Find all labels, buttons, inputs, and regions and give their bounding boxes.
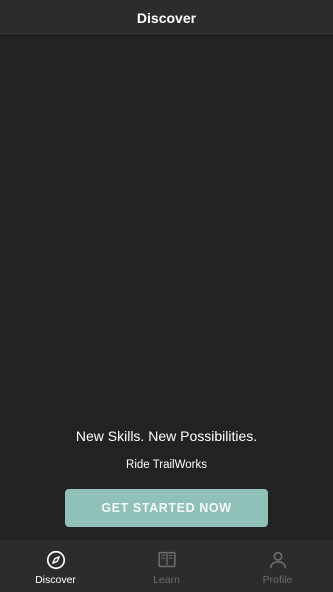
top-app-bar: Discover <box>0 0 333 36</box>
hero-headline: New Skills. New Possibilities. <box>75 428 258 444</box>
tab-profile-label: Profile <box>262 574 293 586</box>
hero-area: New Skills. New Possibilities. Ride Trai… <box>0 36 333 540</box>
tab-discover-label: Discover <box>35 574 76 586</box>
get-started-button[interactable]: GET STARTED NOW <box>65 489 268 527</box>
person-icon <box>269 551 286 569</box>
compass-icon <box>46 550 65 570</box>
page-title: Discover <box>136 9 197 26</box>
book-icon <box>157 551 176 568</box>
tab-discover[interactable]: Discover <box>0 540 111 592</box>
hero-subline: Ride TrailWorks <box>126 459 207 471</box>
tab-profile[interactable]: Profile <box>222 540 333 592</box>
bottom-tab-bar: Discover Learn Profile <box>0 540 333 592</box>
tab-learn[interactable]: Learn <box>111 540 222 592</box>
tab-learn-label: Learn <box>153 574 180 586</box>
